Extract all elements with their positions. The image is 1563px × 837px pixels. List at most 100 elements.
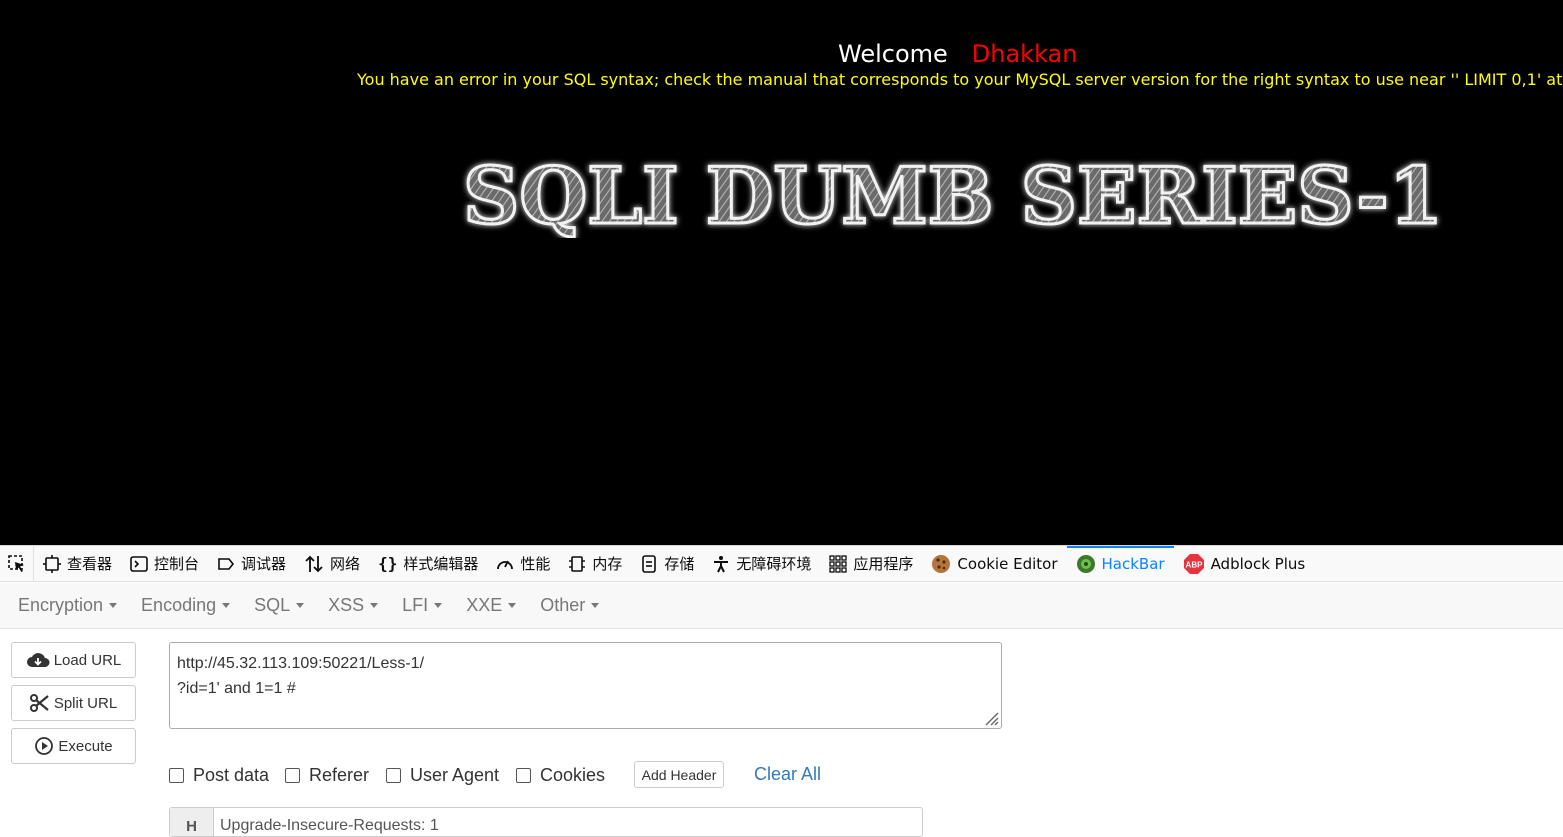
option-label: Post data — [193, 765, 270, 785]
tab-style-editor[interactable]: {} 样式编辑器 — [369, 546, 487, 582]
menu-label: XSS — [328, 595, 365, 615]
resize-grip-icon[interactable] — [983, 710, 999, 726]
devtools-panel: 查看器 控制台 调试器 网络 {} 样式编辑器 性能 内存 存储 无障碍环境 应… — [0, 545, 1563, 837]
console-icon — [130, 555, 148, 573]
add-header-button[interactable]: Add Header — [634, 761, 724, 788]
cookies-checkbox[interactable] — [516, 768, 531, 783]
application-icon — [829, 554, 848, 573]
memory-icon — [568, 555, 586, 573]
tab-label: Adblock Plus — [1210, 554, 1306, 573]
tab-debugger[interactable]: 调试器 — [208, 546, 295, 582]
url-textarea[interactable]: http://45.32.113.109:50221/Less-1/ ?id=1'… — [169, 642, 1002, 729]
menu-label: Encryption — [18, 595, 104, 615]
cookies-option[interactable]: Cookies — [516, 765, 605, 786]
debugger-icon — [217, 555, 235, 573]
network-icon — [304, 555, 324, 573]
load-url-label: Load URL — [53, 651, 122, 669]
welcome-line: Welcome Dhakkan — [838, 40, 1077, 68]
caret-down-icon — [508, 603, 517, 608]
tab-label: 内存 — [592, 555, 623, 573]
page-viewport: Welcome Dhakkan You have an error in your… — [0, 0, 1563, 545]
tab-storage[interactable]: 存储 — [631, 546, 703, 582]
title-banner: SQLI DUMB SERIES-1 — [462, 150, 1445, 239]
tab-label: Cookie Editor — [957, 554, 1058, 573]
caret-down-icon — [222, 603, 231, 608]
menu-encryption[interactable]: Encryption — [10, 595, 125, 616]
tab-network[interactable]: 网络 — [295, 546, 369, 582]
hackbar-icon — [1076, 554, 1096, 574]
abp-icon: ABP — [1183, 553, 1205, 575]
accessibility-icon — [712, 555, 730, 573]
tab-accessibility[interactable]: 无障碍环境 — [703, 546, 820, 582]
header-key-label: H — [170, 808, 214, 836]
tab-adblock-plus[interactable]: ABP Adblock Plus — [1174, 546, 1315, 582]
hackbar-menu: Encryption Encoding SQL XSS LFI XXE Othe… — [0, 583, 1563, 629]
menu-other[interactable]: Other — [532, 595, 607, 616]
header-row: H Upgrade-Insecure-Requests: 1 — [169, 807, 923, 837]
referer-option[interactable]: Referer — [285, 765, 369, 786]
option-label: Cookies — [540, 765, 606, 785]
execute-button[interactable]: Execute — [11, 728, 136, 764]
page-title: SQLI DUMB SERIES-1 — [463, 151, 1443, 238]
tab-application[interactable]: 应用程序 — [820, 546, 922, 582]
style-editor-icon: {} — [378, 554, 398, 573]
caret-down-icon — [370, 603, 379, 608]
caret-down-icon — [591, 603, 600, 608]
menu-label: LFI — [402, 595, 429, 615]
menu-lfi[interactable]: LFI — [394, 595, 450, 616]
user-agent-option[interactable]: User Agent — [386, 765, 499, 786]
tab-inspector[interactable]: 查看器 — [34, 546, 121, 582]
split-url-button[interactable]: Split URL — [11, 685, 136, 721]
menu-label: Other — [540, 595, 586, 615]
url-line-2: ?id=1' and 1=1 # — [177, 680, 296, 697]
menu-xss[interactable]: XSS — [320, 595, 386, 616]
tab-console[interactable]: 控制台 — [121, 546, 208, 582]
load-url-button[interactable]: Load URL — [11, 642, 136, 678]
sql-error-message: You have an error in your SQL syntax; ch… — [357, 70, 1563, 89]
menu-label: Encoding — [141, 595, 217, 615]
svg-text:ABP: ABP — [1185, 560, 1203, 569]
tab-label: 网络 — [330, 555, 361, 573]
tab-label: 样式编辑器 — [403, 555, 479, 573]
referer-checkbox[interactable] — [285, 768, 300, 783]
tab-label: 存储 — [664, 555, 695, 573]
user-agent-checkbox[interactable] — [386, 768, 401, 783]
devtools-toolbar: 查看器 控制台 调试器 网络 {} 样式编辑器 性能 内存 存储 无障碍环境 应… — [0, 545, 1563, 582]
menu-label: SQL — [254, 595, 291, 615]
tab-memory[interactable]: 内存 — [559, 546, 631, 582]
tab-performance[interactable]: 性能 — [487, 546, 559, 582]
element-picker-button[interactable] — [0, 545, 34, 582]
post-data-option[interactable]: Post data — [169, 765, 269, 786]
username-text: Dhakkan — [971, 40, 1078, 68]
option-label: Referer — [309, 765, 370, 785]
tab-label: 应用程序 — [853, 555, 914, 573]
tab-hackbar[interactable]: HackBar — [1066, 545, 1174, 582]
play-circle-icon — [34, 736, 54, 756]
menu-label: XXE — [466, 595, 503, 615]
execute-label: Execute — [58, 737, 113, 755]
welcome-text: Welcome — [838, 40, 948, 68]
menu-xxe[interactable]: XXE — [458, 595, 524, 616]
tab-label: 查看器 — [67, 555, 113, 573]
tab-label: 调试器 — [241, 555, 287, 573]
caret-down-icon — [434, 603, 443, 608]
cloud-download-icon — [26, 651, 50, 669]
cookie-icon — [931, 554, 951, 574]
option-label: User Agent — [410, 765, 500, 785]
menu-sql[interactable]: SQL — [246, 595, 312, 616]
tab-cookie-editor[interactable]: Cookie Editor — [922, 546, 1066, 582]
tab-label: 性能 — [520, 555, 551, 573]
tab-label: HackBar — [1101, 554, 1165, 573]
menu-encoding[interactable]: Encoding — [133, 595, 238, 616]
clear-all-link[interactable]: Clear All — [754, 764, 821, 785]
header-value-input[interactable]: Upgrade-Insecure-Requests: 1 — [214, 808, 445, 836]
split-url-label: Split URL — [53, 694, 118, 712]
inspector-icon — [43, 554, 61, 573]
caret-down-icon — [296, 603, 305, 608]
storage-icon — [640, 554, 658, 573]
post-data-checkbox[interactable] — [169, 768, 184, 783]
scissors-icon — [29, 694, 50, 712]
tab-label: 无障碍环境 — [736, 555, 812, 573]
url-line-1: http://45.32.113.109:50221/Less-1/ — [177, 655, 425, 672]
element-picker-icon — [7, 554, 24, 572]
